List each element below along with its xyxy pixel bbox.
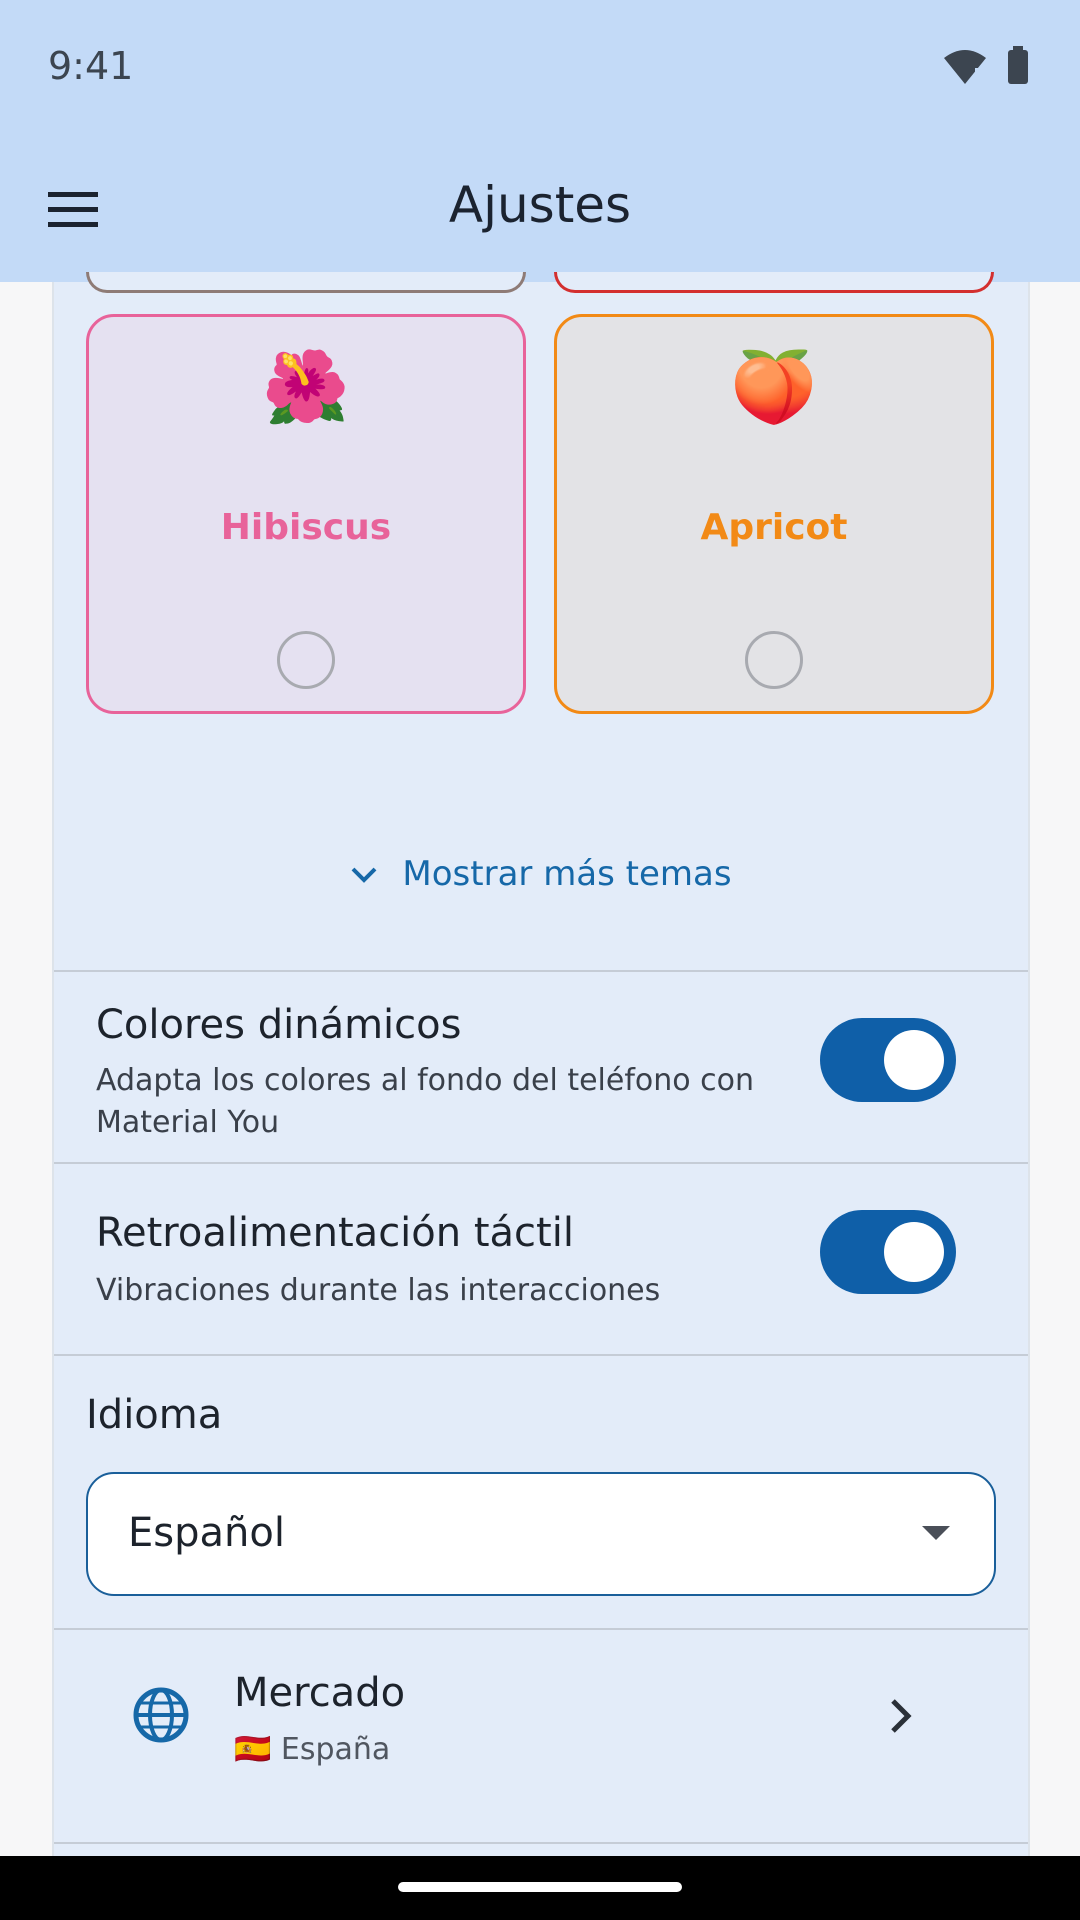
language-label: Idioma (86, 1392, 223, 1438)
status-bar: 9:41 (0, 0, 1080, 140)
globe-icon (133, 1687, 189, 1743)
caret-down-icon (922, 1526, 950, 1540)
divider (54, 1842, 1028, 1844)
theme-card-partial-left[interactable] (86, 272, 526, 293)
theme-radio[interactable] (277, 631, 335, 689)
theme-label: Hibiscus (220, 507, 392, 548)
haptic-feedback-toggle[interactable] (820, 1210, 956, 1294)
theme-card-hibiscus[interactable]: 🌺 Hibiscus (86, 314, 526, 714)
setting-haptic-feedback[interactable]: Retroalimentación táctil Vibraciones dur… (54, 1164, 1028, 1354)
theme-radio[interactable] (745, 631, 803, 689)
toggle-knob (884, 1222, 944, 1282)
battery-icon (1008, 46, 1028, 84)
setting-subtitle: Adapta los colores al fondo del teléfono… (96, 1063, 755, 1140)
divider (54, 1354, 1028, 1356)
hibiscus-icon: 🌺 (262, 346, 350, 428)
dynamic-colors-toggle[interactable] (820, 1018, 956, 1102)
theme-label: Apricot (700, 507, 848, 548)
market-value: 🇪🇸 España (234, 1732, 391, 1767)
market-title: Mercado (234, 1670, 406, 1716)
setting-title: Colores dinámicos (96, 1002, 462, 1048)
show-more-label: Mostrar más temas (402, 854, 732, 894)
status-icons (942, 44, 1032, 94)
language-select[interactable]: Español (86, 1472, 996, 1596)
theme-card-apricot[interactable]: 🍑 Apricot (554, 314, 994, 714)
setting-dynamic-colors[interactable]: Colores dinámicos Adapta los colores al … (54, 972, 1028, 1162)
app-bar: Ajustes (0, 140, 1080, 282)
market-row[interactable]: Mercado 🇪🇸 España (54, 1630, 1028, 1820)
chevron-right-icon (891, 1699, 912, 1733)
navigation-bar (0, 1856, 1080, 1920)
show-more-themes-button[interactable]: Mostrar más temas (54, 854, 1028, 914)
peach-icon: 🍑 (730, 346, 818, 428)
home-gesture-handle[interactable] (398, 1882, 682, 1892)
settings-panel: 🌺 Hibiscus 🍑 Apricot Mostrar más temas C… (52, 272, 1030, 1856)
setting-title: Retroalimentación táctil (96, 1210, 574, 1256)
theme-card-partial-right[interactable] (554, 272, 994, 293)
page-title: Ajustes (448, 176, 632, 234)
wifi-alert-icon (944, 50, 986, 85)
chevron-down-icon (350, 854, 378, 894)
setting-subtitle: Vibraciones durante las interacciones (96, 1273, 661, 1308)
toggle-knob (884, 1030, 944, 1090)
language-value: Español (128, 1510, 285, 1556)
status-time: 9:41 (48, 44, 134, 88)
